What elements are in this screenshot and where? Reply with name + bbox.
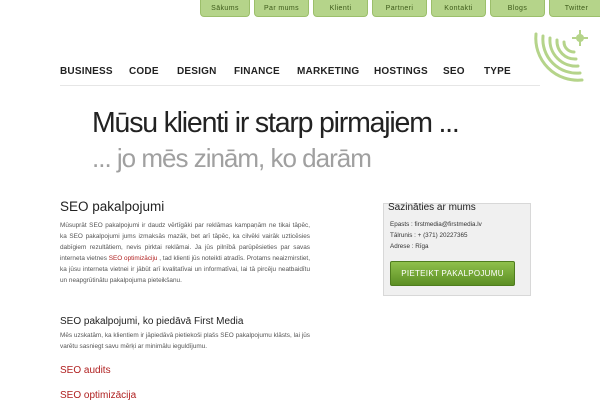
nav-marketing[interactable]: MARKETING: [297, 66, 359, 77]
order-service-button[interactable]: PIETEIKT PAKALPOJUMU: [390, 261, 515, 286]
tab-klienti[interactable]: Klienti: [313, 0, 368, 17]
main-navigation: BUSINESS CODE DESIGN FINANCE MARKETING H…: [60, 56, 540, 86]
services-paragraph: Mēs uzskatām, ka klientiem ir jāpiedāvā …: [60, 332, 310, 350]
tab-kontakti[interactable]: Kontakti: [431, 0, 486, 17]
nav-code[interactable]: CODE: [129, 66, 159, 77]
seo-audit-link[interactable]: SEO audits: [60, 365, 310, 376]
nav-type[interactable]: TYPE: [484, 66, 511, 77]
nav-business[interactable]: BUSINESS: [60, 66, 113, 77]
hero-subtitle: ... jo mēs zinām, ko darām: [92, 143, 372, 173]
intro-paragraph: Mūsuprāt SEO pakalpojumi ir daudz vērtīg…: [60, 220, 310, 286]
contact-heading: Sazināties ar mums: [388, 202, 476, 213]
contact-address: Adrese : Rīga: [390, 243, 429, 250]
seo-optimization-link[interactable]: SEO optimizāciju: [109, 255, 158, 262]
tab-twitter[interactable]: Twitter: [549, 0, 600, 17]
nav-finance[interactable]: FINANCE: [234, 66, 280, 77]
content-heading: SEO pakalpojumi: [60, 199, 165, 214]
nav-design[interactable]: DESIGN: [177, 66, 217, 77]
contact-phone: Tālrunis : + (371) 20227365: [390, 232, 468, 239]
tab-par-mums[interactable]: Par mums: [254, 0, 309, 17]
tab-sakums[interactable]: Sākums: [200, 0, 250, 17]
nav-hostings[interactable]: HOSTINGS: [374, 66, 428, 77]
seo-optimization-heading-link[interactable]: SEO optimizācija: [60, 390, 310, 400]
contact-email: Epasts : firstmedia@firstmedia.lv: [390, 221, 482, 228]
tab-partneri[interactable]: Partneri: [372, 0, 427, 17]
nav-seo[interactable]: SEO: [443, 66, 465, 77]
top-navigation: Sākums Par mums Klienti Partneri Kontakt…: [200, 0, 600, 17]
tab-blogs[interactable]: Blogs: [490, 0, 545, 17]
content-subheading: SEO pakalpojumi, ko piedāvā First Media: [60, 316, 244, 327]
hero-title: Mūsu klienti ir starp pirmajiem ...: [92, 107, 460, 139]
